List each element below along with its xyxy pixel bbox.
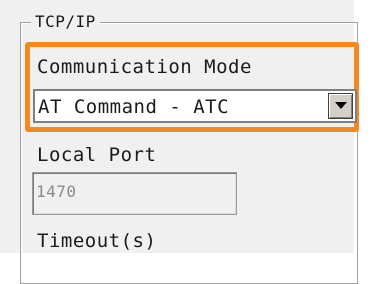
timeout-label-container: Timeout(s) [33, 226, 333, 253]
communication-mode-label: Communication Mode [37, 56, 252, 78]
local-port-value: 1470 [36, 182, 77, 201]
groupbox-title: TCP/IP [31, 12, 100, 32]
timeout-label: Timeout(s) [37, 230, 157, 252]
local-port-label: Local Port [37, 144, 157, 166]
local-port-field[interactable]: 1470 [32, 172, 237, 215]
chevron-down-icon [334, 102, 347, 109]
communication-mode-dropdown[interactable]: AT Command - ATC [33, 89, 357, 123]
dropdown-button[interactable] [328, 93, 353, 119]
communication-mode-selected: AT Command - ATC [38, 96, 230, 118]
